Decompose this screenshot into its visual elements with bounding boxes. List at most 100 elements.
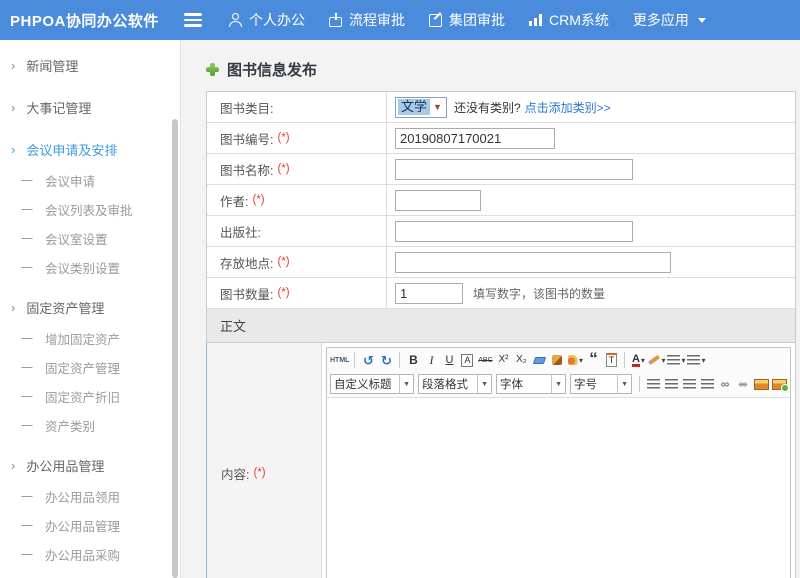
unordered-list-icon[interactable]: ▾ bbox=[687, 350, 705, 370]
required-marker: (*) bbox=[277, 163, 289, 175]
sidebar-subitem[interactable]: 一办公用品领用 bbox=[0, 482, 180, 511]
location-input[interactable] bbox=[395, 252, 671, 273]
sidebar-group-label: 固定资产管理 bbox=[26, 298, 104, 317]
insert-image-icon[interactable] bbox=[753, 374, 769, 394]
clean-format-icon[interactable] bbox=[549, 350, 565, 370]
sidebar-subitem[interactable]: 一资产类别 bbox=[0, 411, 180, 440]
rich-text-editor: HTML↺↻BIUAABCX²X₂▾“TA▾▾▾▾ 自定义标题▼段落格式▼字体▼… bbox=[322, 343, 795, 578]
highlight-pen-icon[interactable]: ▾ bbox=[648, 350, 665, 370]
align-right-icon[interactable] bbox=[681, 374, 697, 394]
nav-crm-system[interactable]: CRM系统 bbox=[529, 10, 609, 30]
chevron-right-icon: › bbox=[11, 143, 15, 156]
superscript-icon[interactable]: X² bbox=[495, 350, 511, 370]
form-row-content: 内容: (*) HTML↺↻BIUAABCX²X₂▾“TA▾▾▾▾ 自定义标题▼… bbox=[206, 343, 795, 578]
blockquote-icon[interactable]: “ bbox=[585, 350, 601, 370]
redo-icon[interactable]: ↻ bbox=[378, 350, 394, 370]
category-select[interactable]: 文学 ▼ bbox=[395, 97, 447, 118]
sidebar-group-item[interactable]: › 固定资产管理 bbox=[0, 291, 180, 324]
nav-personal-office[interactable]: 个人办公 bbox=[228, 10, 305, 30]
dash-icon: 一 bbox=[21, 259, 33, 276]
sidebar-subitem-label: 会议类别设置 bbox=[45, 258, 120, 277]
paint-format-icon[interactable]: ▾ bbox=[567, 350, 583, 370]
sidebar-group-item[interactable]: ›新闻管理 bbox=[0, 49, 180, 82]
nav-group-approval[interactable]: 集团审批 bbox=[429, 10, 505, 30]
workflow-icon bbox=[329, 14, 342, 27]
insert-template-icon[interactable]: T bbox=[603, 350, 619, 370]
nav-more-apps[interactable]: 更多应用 bbox=[633, 10, 706, 30]
html-source-icon[interactable]: HTML bbox=[330, 350, 349, 370]
toolbar-separator bbox=[639, 376, 640, 392]
sidebar-subitem[interactable]: 一固定资产管理 bbox=[0, 353, 180, 382]
align-left-icon[interactable] bbox=[645, 374, 661, 394]
caret-down-icon: ▼ bbox=[477, 375, 491, 393]
page-title: 图书信息发布 bbox=[206, 59, 800, 80]
sidebar-subitem-label: 会议申请 bbox=[45, 171, 95, 190]
required-marker: (*) bbox=[277, 287, 289, 299]
field-label: 图书数量: (*) bbox=[207, 278, 387, 308]
book-no-input[interactable] bbox=[395, 128, 555, 149]
form-row-book-no: 图书编号: (*) bbox=[207, 123, 795, 154]
sidebar-subitem-label: 办公用品管理 bbox=[45, 516, 120, 535]
sidebar-subitem[interactable]: 一会议室设置 bbox=[0, 224, 180, 253]
form-row-publisher: 出版社: bbox=[207, 216, 795, 247]
form-row-book-name: 图书名称: (*) bbox=[207, 154, 795, 185]
nav-label: 个人办公 bbox=[249, 10, 305, 30]
add-category-link[interactable]: 点击添加类别>> bbox=[525, 99, 611, 116]
select-arrow-icon: ▼ bbox=[433, 102, 442, 112]
align-center-icon[interactable] bbox=[663, 374, 679, 394]
unlink-icon[interactable]: ∞ bbox=[735, 374, 751, 394]
bold-icon[interactable]: B bbox=[405, 350, 421, 370]
undo-icon[interactable]: ↺ bbox=[360, 350, 376, 370]
toolbar-separator bbox=[354, 352, 355, 368]
publisher-input[interactable] bbox=[395, 221, 633, 242]
topbar-nav: 个人办公 流程审批 集团审批 CRM系统 更多应用 bbox=[228, 10, 706, 30]
author-input[interactable] bbox=[395, 190, 481, 211]
editor-content-area[interactable] bbox=[327, 398, 790, 578]
field-label: 出版社: bbox=[207, 216, 387, 246]
field-cell bbox=[387, 216, 795, 246]
sidebar-subitem[interactable]: 一增加固定资产 bbox=[0, 324, 180, 353]
font-family-select[interactable]: 字体▼ bbox=[496, 374, 566, 394]
sidebar-scrollbar[interactable] bbox=[172, 119, 178, 578]
font-color-icon[interactable]: A▾ bbox=[630, 350, 646, 370]
sidebar-group-label: 办公用品管理 bbox=[26, 456, 104, 475]
dash-icon: 一 bbox=[21, 201, 33, 218]
sidebar-subitem[interactable]: 一办公用品采购 bbox=[0, 540, 180, 569]
font-border-icon[interactable]: A bbox=[459, 350, 475, 370]
category-hint: 还没有类别? bbox=[454, 99, 521, 116]
ordered-list-icon[interactable]: ▾ bbox=[667, 350, 685, 370]
sidebar-subitem[interactable]: 一办公用品管理 bbox=[0, 511, 180, 540]
chevron-right-icon: › bbox=[11, 301, 15, 314]
sidebar-group-item[interactable]: ›大事记管理 bbox=[0, 91, 180, 124]
book-name-input[interactable] bbox=[395, 159, 633, 180]
paragraph-format-select[interactable]: 段落格式▼ bbox=[418, 374, 492, 394]
sidebar-subitem[interactable]: 一会议申请 bbox=[0, 166, 180, 195]
sidebar-subitem[interactable]: 一会议类别设置 bbox=[0, 253, 180, 282]
eraser-icon[interactable] bbox=[531, 350, 547, 370]
align-justify-icon[interactable] bbox=[699, 374, 715, 394]
form-row-location: 存放地点: (*) bbox=[207, 247, 795, 278]
editor-toolbar-row1: HTML↺↻BIUAABCX²X₂▾“TA▾▾▾▾ bbox=[327, 348, 790, 372]
dropdown-label: 字号 bbox=[571, 376, 600, 392]
dash-icon: 一 bbox=[21, 417, 33, 434]
quantity-input[interactable] bbox=[395, 283, 463, 304]
field-cell bbox=[387, 247, 795, 277]
underline-icon[interactable]: U bbox=[441, 350, 457, 370]
font-size-select[interactable]: 字号▼ bbox=[570, 374, 632, 394]
page-title-text: 图书信息发布 bbox=[227, 59, 317, 80]
hamburger-menu-icon[interactable] bbox=[184, 13, 202, 27]
sidebar-subitem[interactable]: 一会议列表及审批 bbox=[0, 195, 180, 224]
strikethrough-icon[interactable]: ABC bbox=[477, 350, 493, 370]
subscript-icon[interactable]: X₂ bbox=[513, 350, 529, 370]
upload-image-icon[interactable] bbox=[771, 374, 787, 394]
nav-workflow-approval[interactable]: 流程审批 bbox=[329, 10, 405, 30]
link-icon[interactable]: ∞ bbox=[717, 374, 733, 394]
sidebar-subitem[interactable]: 一固定资产折旧 bbox=[0, 382, 180, 411]
label-text: 图书编号: bbox=[220, 129, 273, 148]
italic-icon[interactable]: I bbox=[423, 350, 439, 370]
sidebar-subitem[interactable]: 一办公用品库存管理 bbox=[0, 569, 180, 578]
custom-title-select[interactable]: 自定义标题▼ bbox=[330, 374, 414, 394]
sidebar-group-item[interactable]: ›办公用品管理 bbox=[0, 449, 180, 482]
sidebar-group-item[interactable]: ›会议申请及安排 bbox=[0, 133, 180, 166]
dash-icon: 一 bbox=[21, 330, 33, 347]
